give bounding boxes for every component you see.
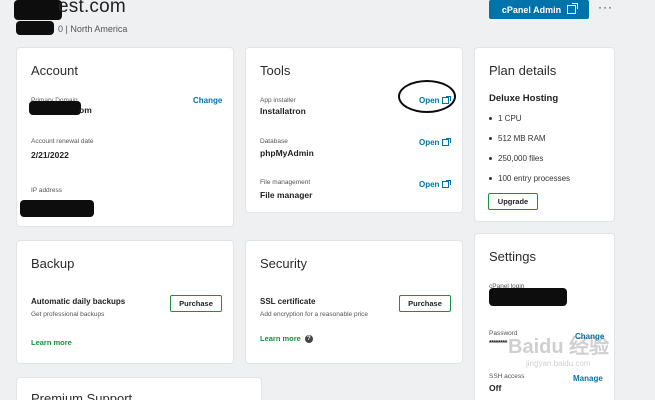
open-file-manager-link[interactable]: Open [419, 179, 451, 189]
external-link-icon [567, 3, 579, 14]
plan-feature: 512 MB RAM [489, 128, 570, 148]
more-options-button[interactable]: ··· [598, 0, 613, 14]
plan-details-title: Plan details [489, 63, 557, 78]
tool-label: App installer [260, 97, 296, 104]
redacted-server [16, 21, 54, 35]
tool-label: Database [260, 138, 288, 145]
upgrade-button[interactable]: Upgrade [488, 193, 538, 210]
external-link-icon [442, 179, 451, 188]
open-label: Open [419, 180, 440, 189]
renewal-date-label: Account renewal date [31, 138, 94, 145]
plan-details-card: Plan details Deluxe Hosting 1 CPU 512 MB… [474, 47, 615, 222]
redacted-primary-domain [29, 101, 81, 115]
redacted-ip-address [20, 200, 94, 217]
redacted-domain [14, 0, 62, 20]
change-domain-link[interactable]: Change [193, 96, 222, 105]
account-card: Account Primary Domain om Change Account… [16, 47, 234, 227]
backup-heading: Automatic daily backups [31, 297, 126, 306]
primary-domain-value: om [79, 105, 92, 115]
backup-title: Backup [31, 256, 75, 271]
plan-feature: 250,000 files [489, 148, 570, 168]
tools-card: Tools App installer Installatron Open Da… [245, 47, 463, 213]
security-learn-more-label: Learn more [260, 334, 301, 343]
open-label: Open [419, 138, 440, 147]
tool-value: Installatron [260, 106, 306, 116]
settings-title: Settings [489, 249, 536, 264]
plan-feature: 1 CPU [489, 108, 570, 128]
open-phpmyadmin-link[interactable]: Open [419, 137, 451, 147]
password-value: ******** [489, 340, 507, 347]
backup-card: Backup Automatic daily backups Get profe… [16, 240, 234, 364]
account-title: Account [31, 63, 78, 78]
plan-features-list: 1 CPU 512 MB RAM 250,000 files 100 entry… [489, 108, 570, 188]
password-label: Password [489, 330, 518, 337]
help-icon[interactable]: ? [304, 334, 313, 343]
settings-card: Settings cPanel login Password ******** … [474, 233, 615, 400]
tool-label: File management [260, 179, 311, 186]
cpanel-admin-label: cPanel Admin [501, 4, 562, 15]
renewal-date-value: 2/21/2022 [31, 150, 69, 160]
tools-title: Tools [260, 63, 291, 78]
security-learn-more-link[interactable]: Learn more ? [260, 334, 313, 343]
change-password-link[interactable]: Change [575, 332, 604, 341]
site-subtitle: 0 | North America [58, 24, 128, 34]
redacted-cpanel-login [489, 288, 567, 306]
site-title: est.com [58, 0, 126, 17]
external-link-icon [442, 137, 451, 146]
tool-value: phpMyAdmin [260, 148, 314, 158]
premium-support-card: Premium Support [16, 377, 262, 400]
tool-value: File manager [260, 190, 313, 200]
security-card: Security SSL certificate Add encryption … [245, 240, 463, 364]
backup-purchase-button[interactable]: Purchase [170, 295, 222, 312]
plan-name: Deluxe Hosting [489, 93, 559, 104]
ssh-access-value: Off [489, 383, 502, 393]
ssl-purchase-button[interactable]: Purchase [399, 295, 451, 312]
backup-learn-more-link[interactable]: Learn more [31, 338, 72, 347]
ip-address-label: IP address [31, 187, 62, 194]
security-title: Security [260, 256, 307, 271]
highlight-circle-annotation [398, 80, 456, 113]
ssh-access-label: SSH access [489, 373, 525, 380]
backup-description: Get professional backups [31, 311, 105, 318]
plan-feature: 100 entry processes [489, 168, 570, 188]
ssl-description: Add encryption for a reasonable price [260, 311, 369, 318]
cpanel-admin-button[interactable]: cPanel Admin [489, 0, 589, 19]
ssl-heading: SSL certificate [260, 297, 316, 306]
premium-support-title: Premium Support [31, 391, 133, 400]
ssh-manage-link[interactable]: Manage [573, 374, 603, 383]
